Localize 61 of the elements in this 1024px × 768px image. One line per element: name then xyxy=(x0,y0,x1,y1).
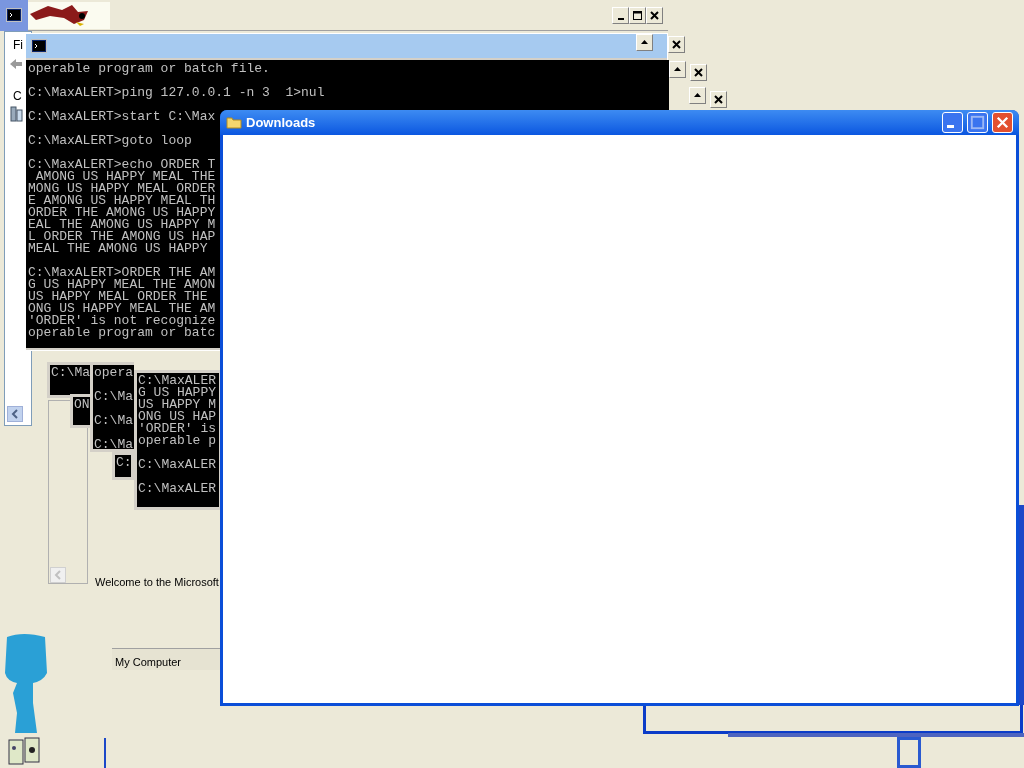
computer-icon xyxy=(10,105,24,122)
console-line: C:\MaxALER xyxy=(138,375,216,387)
console-line: C:\MaxALER xyxy=(138,459,216,471)
program-icon[interactable] xyxy=(8,736,41,767)
console-line: MEAL THE AMONG US HAPPY xyxy=(28,243,208,255)
my-computer-bar: My Computer xyxy=(112,648,220,670)
console-line: AMONG US HAPPY MEAL THE xyxy=(35,171,216,183)
console-line: C:\MaxALERT>start C:\Max xyxy=(28,111,216,123)
welcome-text: Welcome to the Microsoft xyxy=(95,575,219,590)
maximize-button[interactable] xyxy=(629,7,646,24)
scroll-left-button[interactable] xyxy=(7,406,23,422)
console-line: C:\MaxALERT>goto loop xyxy=(28,135,192,147)
console-line: US HAPPY M xyxy=(138,399,216,411)
scroll-up-button[interactable] xyxy=(669,61,686,78)
console-line: 'ORDER' is not recognize xyxy=(28,315,216,327)
close-button[interactable] xyxy=(710,91,727,108)
console-icon xyxy=(6,8,22,22)
close-button[interactable] xyxy=(668,36,685,53)
back-arrow-icon[interactable] xyxy=(9,58,23,70)
console-line: G US HAPPY MEAL THE AMON xyxy=(28,279,216,291)
console-line: ONG US HAP xyxy=(138,411,216,423)
console-line: L ORDER THE AMONG US HAP xyxy=(28,231,216,243)
scroll-up-button[interactable] xyxy=(689,87,706,104)
console-line: G US HAPPY xyxy=(138,387,216,399)
console-line: C:\MaxALER xyxy=(138,483,216,495)
close-icon xyxy=(713,94,724,105)
console-line: C: xyxy=(116,457,132,469)
scroll-up-button[interactable] xyxy=(636,34,653,51)
console-line: E AMONG US HAPPY MEAL TH xyxy=(28,195,216,207)
console-line: C:\Ma xyxy=(51,367,90,379)
console-line: C:\MaxALERT>ping 127.0.0.1 -n 3 1>nul xyxy=(28,87,325,99)
folder-icon xyxy=(226,116,242,129)
console-line: operable program or batc xyxy=(28,327,216,339)
minimize-button[interactable] xyxy=(612,7,629,24)
console-icon xyxy=(31,39,47,53)
max-icon xyxy=(632,10,643,21)
close-icon xyxy=(671,39,682,50)
maximize-icon xyxy=(968,113,987,132)
window-title: Downloads xyxy=(246,113,317,132)
console-line: EAL THE AMONG US HAPPY M xyxy=(28,219,216,231)
minimize-icon xyxy=(946,125,954,128)
console-line: MONG US HAPPY MEAL ORDER xyxy=(28,183,216,195)
console-line: operable program or batch file. xyxy=(28,63,270,75)
console-line: ON xyxy=(74,399,90,411)
console-line: C:\MaxALERT>ORDER THE AM xyxy=(28,267,216,279)
console-line: C:\Ma xyxy=(94,439,133,451)
close-icon xyxy=(693,67,704,78)
close-icon xyxy=(649,10,660,21)
console-line: 'ORDER' is xyxy=(138,423,216,435)
close-button[interactable] xyxy=(646,7,663,24)
menu-item[interactable]: Fi xyxy=(13,36,23,54)
address-text: C xyxy=(13,88,22,105)
console-line: ONG US HAPPY MEAL THE AM xyxy=(28,303,216,315)
console-line: C:\MaxALERT>echo ORDER T xyxy=(28,159,216,171)
console-line: operable p xyxy=(138,435,216,447)
console-line: C:\Ma xyxy=(94,415,133,427)
console-line: opera xyxy=(94,367,133,379)
close-button[interactable] xyxy=(690,64,707,81)
console-line: C:\Ma xyxy=(94,391,133,403)
console-line: US HAPPY MEAL ORDER THE xyxy=(28,291,208,303)
console-line: ORDER THE AMONG US HAPPY xyxy=(28,207,216,219)
